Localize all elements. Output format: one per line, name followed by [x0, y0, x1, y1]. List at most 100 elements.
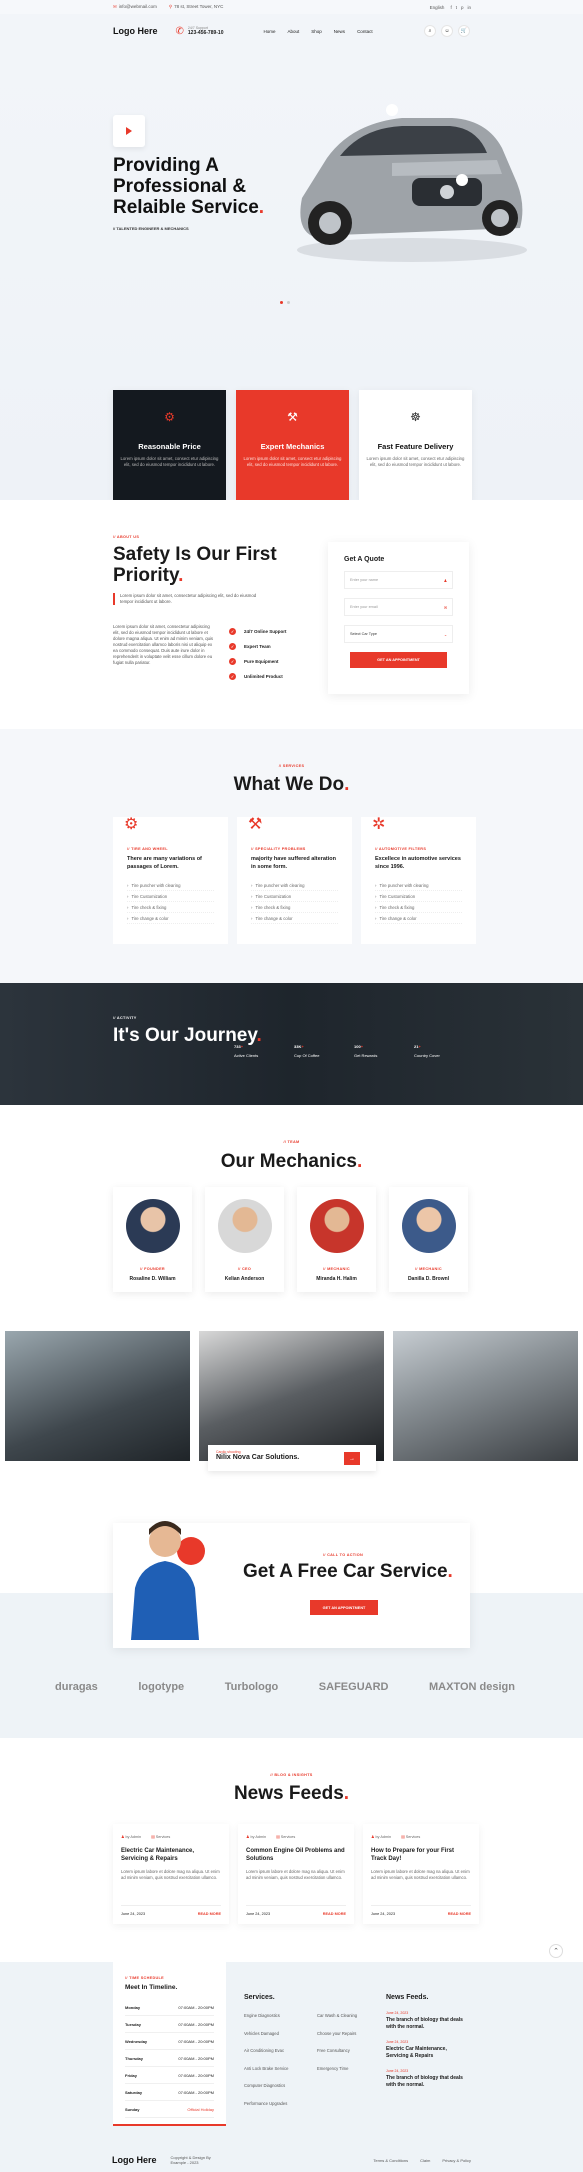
feature-cards: ⚙ Reasonable Price Lorem ipsum dolor sit…: [113, 390, 472, 502]
mechanic-name: Danilla D. Brownl: [407, 1276, 450, 1282]
read-more-link[interactable]: READ MORE: [323, 1912, 346, 1916]
nav-news[interactable]: News: [334, 29, 345, 34]
avatar: [309, 1199, 364, 1253]
footer-logo[interactable]: Logo Here: [112, 2155, 157, 2165]
user-icon[interactable]: ☺: [441, 25, 453, 37]
cta-section: // CALL TO ACTION Get A Free Car Service…: [0, 1521, 583, 1738]
service-item: › Tire check & fixing: [375, 902, 462, 913]
journey-section: // ACTIVITY It's Our Journey. 733+ Active…: [0, 983, 583, 1105]
footer-link[interactable]: Air Conditioning Evac: [244, 2048, 288, 2066]
privacy-link[interactable]: Privacy & Policy: [442, 2158, 471, 2163]
arrow-right-icon[interactable]: →: [344, 1452, 360, 1465]
play-video-button[interactable]: [113, 115, 145, 147]
section-tag: // TIME SCHEDULE: [125, 1976, 164, 1980]
logo[interactable]: Logo Here: [113, 26, 158, 36]
email-info[interactable]: ✉ info@webmail.com: [113, 4, 157, 10]
footer-link[interactable]: Emergency Time: [317, 2066, 357, 2084]
footer-link[interactable]: Free Consultancy: [317, 2048, 357, 2066]
language-select[interactable]: English: [430, 5, 445, 10]
nav-contact[interactable]: Contact: [357, 29, 373, 34]
tire-icon: ⚙: [124, 816, 139, 833]
footer-link[interactable]: Car Wash & Cleaning: [317, 2013, 357, 2031]
terms-link[interactable]: Terms & Conditions: [373, 2158, 408, 2163]
post-meta: ♟ by Admin ▤ Services: [371, 1835, 421, 1839]
user-icon: ♟: [371, 1835, 375, 1839]
gallery-image[interactable]: [393, 1331, 578, 1461]
footer-link[interactable]: Computer Diagnostics: [244, 2083, 288, 2101]
schedule-row: Saturday 07:00AM - 20:00PM: [125, 2084, 214, 2101]
footer-news-item[interactable]: June 24, 2023 Electric Car Maintenance, S…: [386, 2040, 470, 2060]
brand-logo[interactable]: MAXTON design: [429, 1681, 515, 1693]
footer-link[interactable]: Choose your Repairs: [317, 2031, 357, 2049]
post-title[interactable]: Common Engine Oil Problems and Solutions: [246, 1847, 346, 1863]
post-title[interactable]: Electric Car Maintenance, Servicing & Re…: [121, 1847, 221, 1863]
footer-bottom: Logo Here Copyright & Design By Example …: [0, 2148, 583, 2172]
car-type-select[interactable]: Select Car Type ⌄: [344, 625, 453, 643]
facebook-icon[interactable]: f: [450, 5, 451, 10]
about-body: Lorem ipsum dolor sit amet, consectetur …: [113, 624, 214, 665]
nav-home[interactable]: Home: [264, 29, 276, 34]
phone-icon: ✆: [175, 25, 184, 37]
services-section: // SERVICES What We Do. ⚙ // TIRE AND WH…: [0, 729, 583, 983]
linkedin-icon[interactable]: in: [467, 5, 471, 10]
footer-news-item[interactable]: June 24, 2023 The branch of biology that …: [386, 2069, 470, 2089]
cta-button[interactable]: GET AN APPOINTMENT: [310, 1600, 378, 1615]
location-icon: ⚲: [168, 4, 173, 9]
mechanic-card[interactable]: // MECHANIC Danilla D. Brownl: [389, 1187, 468, 1292]
post-date: June 24, 2023: [246, 1912, 271, 1916]
check-item: ✓ Expert Team: [229, 643, 271, 650]
chevron-down-icon: ⌄: [443, 632, 447, 637]
read-more-link[interactable]: READ MORE: [448, 1912, 471, 1916]
scroll-top-button[interactable]: ⌃: [549, 1944, 563, 1958]
brand-logos: duragas logotype Turbologo SAFEGUARD MAX…: [55, 1681, 515, 1693]
gallery-image[interactable]: [5, 1331, 190, 1461]
slider-dot[interactable]: [280, 301, 283, 304]
pinterest-icon[interactable]: p: [461, 5, 464, 10]
cta-box: // CALL TO ACTION Get A Free Car Service…: [113, 1521, 470, 1648]
brand-logo[interactable]: SAFEGUARD: [319, 1681, 389, 1693]
service-item: › Tire puncher with clearing: [251, 880, 338, 891]
service-title: Excellece in automotive services since 1…: [375, 856, 461, 870]
mechanic-card[interactable]: // MECHANIC Miranda H. Halim: [297, 1187, 376, 1292]
post-title[interactable]: How to Prepare for your First Track Day!: [371, 1847, 471, 1863]
footer-col-title: Services.: [244, 1994, 275, 2001]
mechanic-card[interactable]: // FOUNDER Rosaline D. William: [113, 1187, 192, 1292]
service-item: › Tire puncher with clearing: [375, 880, 462, 891]
claim-link[interactable]: Claim: [420, 2158, 430, 2163]
nav-shop[interactable]: Shop: [311, 29, 322, 34]
footer: // TIME SCHEDULE Meet In Timeline. Monda…: [0, 1962, 583, 2172]
search-icon[interactable]: ⌕: [424, 25, 436, 37]
brand-logo[interactable]: duragas: [55, 1681, 98, 1693]
support-phone[interactable]: 123-456-789-10: [188, 30, 224, 36]
slider-dot[interactable]: [287, 301, 290, 304]
mechanic-card[interactable]: // CEO Kelian Anderson: [205, 1187, 284, 1292]
mechanics-section: // TEAM Our Mechanics. // FOUNDER Rosalin…: [0, 1105, 583, 1323]
feature-card: ⚒ Expert Mechanics Lorem ipsum dolor sit…: [236, 390, 349, 502]
footer-link[interactable]: Performance Upgrades: [244, 2101, 288, 2119]
gallery-image[interactable]: [199, 1331, 384, 1461]
cart-icon[interactable]: 🛒: [458, 25, 470, 37]
footer-col-title: News Feeds.: [386, 1994, 429, 2001]
post-excerpt: Lorem ipsum labore et dolore mag na aliq…: [246, 1869, 345, 1880]
name-field[interactable]: Enter your name ♟: [344, 571, 453, 589]
read-more-link[interactable]: READ MORE: [198, 1912, 221, 1916]
appointment-button[interactable]: GET AN APPOINTMENT: [350, 652, 447, 668]
post-excerpt: Lorem ipsum labore et dolore mag na aliq…: [121, 1869, 220, 1880]
footer-news-item[interactable]: June 24, 2023 The branch of biology that …: [386, 2011, 470, 2031]
gallery-section: Cardio shooting Nilix Nova Car Solutions…: [0, 1323, 583, 1523]
cta-title: Get A Free Car Service.: [243, 1561, 453, 1582]
check-item: ✓ Pure Equipment: [229, 658, 279, 665]
brand-logo[interactable]: Turbologo: [225, 1681, 279, 1693]
copyright: Copyright & Design By Example - 2023: [170, 2155, 211, 2165]
feature-title: Reasonable Price: [138, 442, 201, 451]
twitter-icon[interactable]: t: [456, 5, 457, 10]
footer-link[interactable]: Engine Diagnostics: [244, 2013, 288, 2031]
nav-about[interactable]: About: [288, 29, 300, 34]
service-card: ✲ // AUTOMOTIVE FILTERS Excellece in aut…: [361, 816, 476, 944]
footer-link[interactable]: Anti Lock Brake Service: [244, 2066, 288, 2084]
brand-logo[interactable]: logotype: [138, 1681, 184, 1693]
mechanic-role: // CEO: [237, 1267, 252, 1271]
service-tag: // TIRE AND WHEEL: [127, 847, 168, 851]
footer-link[interactable]: Vehicles Damaged: [244, 2031, 288, 2049]
email-field[interactable]: Enter your email ✉: [344, 598, 453, 616]
